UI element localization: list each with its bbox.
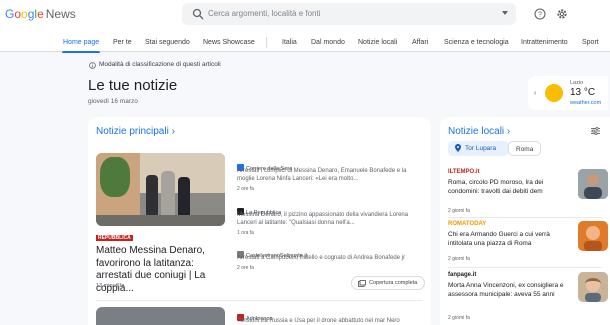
weather-temperature: 13 °C xyxy=(570,87,596,98)
location-chip-roma[interactable]: Roma xyxy=(508,141,541,156)
search-bar[interactable]: Cerca argomenti, località e fonti xyxy=(182,3,516,25)
related-story[interactable]: Adnkronos Tensioni tra Russia e Usa per … xyxy=(237,307,425,325)
tab-home[interactable]: Home page xyxy=(63,39,99,46)
chevron-down-icon[interactable] xyxy=(502,11,508,15)
full-coverage-button[interactable]: Copertura completa xyxy=(351,276,425,290)
divider xyxy=(448,267,602,268)
source-logo: fanpage.it xyxy=(448,272,477,278)
divider xyxy=(448,217,602,218)
nav-divider xyxy=(266,37,267,48)
source-logo: ILTEMPO.it xyxy=(448,169,480,175)
tab-per-te[interactable]: Per te xyxy=(113,39,132,46)
main-story-time: 13 minuti fa xyxy=(96,283,125,289)
divider xyxy=(96,300,423,301)
gear-icon[interactable] xyxy=(556,8,568,20)
top-stories-card: Notizie principali › REPUBBLICA Matteo M… xyxy=(88,117,431,325)
tab-science-tech[interactable]: Scienza e tecnologia xyxy=(444,39,509,46)
google-news-logo[interactable]: Google News xyxy=(5,7,76,21)
related-story[interactable]: La Repubblica Messina Denaro, il pizzino… xyxy=(237,201,425,241)
location-pin-icon xyxy=(455,144,461,152)
search-icon[interactable] xyxy=(192,8,204,20)
tab-news-showcase[interactable]: News Showcase xyxy=(203,39,255,46)
story-thumbnail[interactable] xyxy=(578,221,608,251)
tab-business[interactable]: Affari xyxy=(412,39,428,46)
tab-world[interactable]: Dal mondo xyxy=(311,39,345,46)
chevron-left-icon[interactable]: ‹ xyxy=(534,90,536,97)
ranking-info-link[interactable]: Modalità di classificazione di questi ar… xyxy=(99,61,221,68)
sun-icon xyxy=(545,84,563,102)
page-date: giovedì 16 marzo xyxy=(88,98,138,105)
local-news-card: Notizie locali › Tor Lupara Roma ILTEMPO… xyxy=(440,117,610,325)
local-news-heading[interactable]: Notizie locali › xyxy=(448,126,510,137)
top-stories-heading[interactable]: Notizie principali › xyxy=(96,126,175,137)
story-thumbnail[interactable] xyxy=(578,169,608,199)
info-icon xyxy=(89,62,96,69)
weather-source-link[interactable]: weather.com xyxy=(570,100,601,106)
tab-italia[interactable]: Italia xyxy=(282,39,297,46)
tab-local[interactable]: Notizie locali xyxy=(358,39,397,46)
tab-sport[interactable]: Sport xyxy=(582,39,599,46)
local-story[interactable]: ROMATODAY Chi era Armando Guerci a cui v… xyxy=(448,221,610,267)
weather-location: Lazio xyxy=(570,80,584,86)
weather-widget[interactable]: ‹ Lazio 13 °C weather.com xyxy=(528,76,608,110)
page-title: Le tue notizie xyxy=(88,77,178,94)
help-icon[interactable]: ? xyxy=(534,8,546,20)
local-story[interactable]: fanpage.it Morta Anna Vincenzoni, ex con… xyxy=(448,272,610,322)
tab-following[interactable]: Stai seguendo xyxy=(145,39,190,46)
second-story-image[interactable] xyxy=(96,307,225,325)
tune-icon[interactable] xyxy=(591,127,600,135)
main-story-source-logo: REPUBBLICA xyxy=(96,235,133,241)
related-story[interactable]: Corriere della Sera Arrestati i complici… xyxy=(237,157,425,197)
search-input[interactable]: Cerca argomenti, località e fonti xyxy=(208,9,321,18)
tab-entertainment[interactable]: Intrattenimento xyxy=(521,39,568,46)
related-story[interactable]: CastelvetranoSelinunte.it Arrestati a Ca… xyxy=(237,244,425,276)
source-logo: ROMATODAY xyxy=(448,221,487,227)
story-thumbnail[interactable] xyxy=(578,272,608,302)
svg-text:?: ? xyxy=(538,12,542,19)
full-coverage-icon xyxy=(358,280,366,287)
main-story-image[interactable] xyxy=(96,153,225,226)
top-bar: Google News Cerca argomenti, località e f… xyxy=(0,0,610,30)
location-chip-tor-lupara[interactable]: Tor Lupara xyxy=(448,141,509,156)
active-tab-indicator xyxy=(62,51,100,53)
local-story[interactable]: ILTEMPO.it Roma, circolo PD moroso, lra … xyxy=(448,169,610,215)
